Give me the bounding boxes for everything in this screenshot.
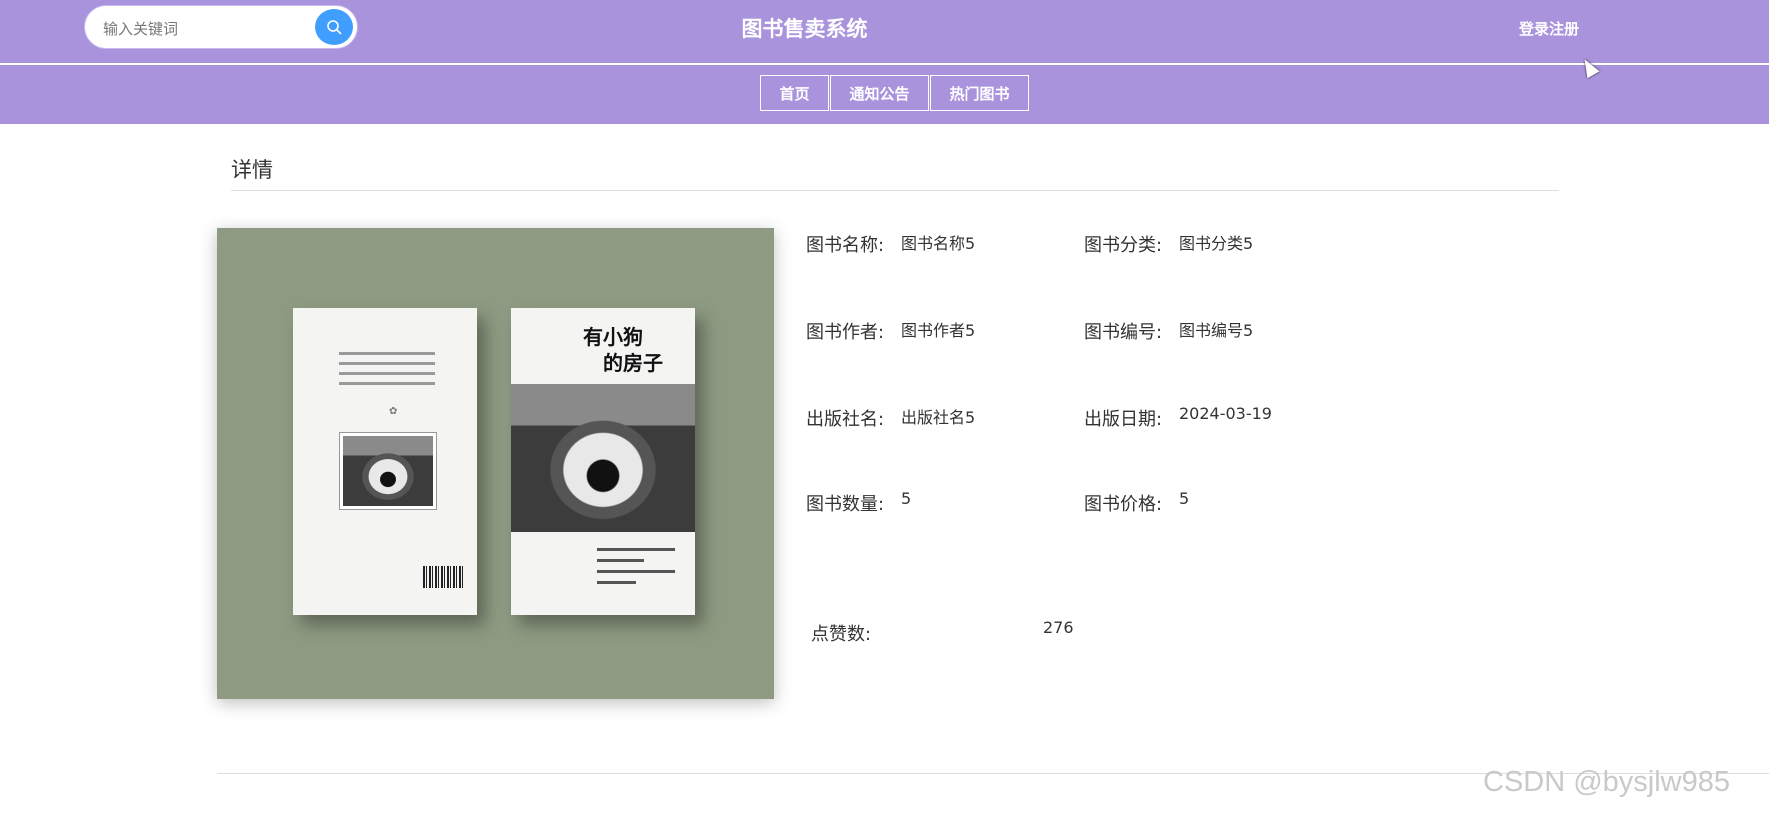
cover-title: 有小狗 的房子 [583, 325, 663, 375]
book-number-label: 图书编号: [1084, 322, 1163, 343]
price-label: 图书价格: [1084, 494, 1163, 515]
likes-value: 276 [1043, 618, 1074, 637]
watermark: CSDN @bysjlw985 [1483, 766, 1731, 798]
site-title: 图书售卖系统 [741, 17, 868, 41]
nav-item-notices[interactable]: 通知公告 [830, 75, 929, 111]
book-author-label: 图书作者: [806, 322, 885, 343]
book-cover-image: ✿ 有小狗 的房子 [217, 228, 774, 699]
book-category-value: 图书分类5 [1179, 234, 1254, 253]
publisher-label: 出版社名: [806, 409, 885, 430]
book-back-cover: ✿ [293, 308, 477, 615]
publisher-value: 出版社名5 [901, 408, 976, 427]
nav-item-hot-books[interactable]: 热门图书 [930, 75, 1029, 111]
quantity-label: 图书数量: [806, 494, 885, 515]
section-title: 详情 [231, 158, 273, 182]
book-category-label: 图书分类: [1084, 235, 1163, 256]
likes-label: 点赞数: [811, 624, 872, 645]
book-author-value: 图书作者5 [901, 321, 976, 340]
publish-date-value: 2024-03-19 [1179, 404, 1272, 423]
back-cover-text [339, 352, 435, 392]
dog-photo-small [339, 432, 437, 510]
price-value: 5 [1179, 489, 1190, 508]
title-divider [231, 190, 1559, 191]
nav-item-home[interactable]: 首页 [760, 75, 829, 111]
book-front-cover: 有小狗 的房子 [511, 308, 695, 615]
nav-bar: 首页 通知公告 热门图书 [0, 65, 1769, 124]
login-register-link[interactable]: 登录注册 [1519, 18, 1579, 39]
book-name-label: 图书名称: [806, 235, 885, 256]
front-cover-text [597, 548, 675, 592]
barcode [423, 566, 463, 588]
book-name-value: 图书名称5 [901, 234, 976, 253]
publish-date-label: 出版日期: [1084, 409, 1163, 430]
top-header: 图书售卖系统 登录注册 [0, 0, 1769, 65]
nav-menu: 首页 通知公告 热门图书 [760, 75, 1029, 111]
paw-icon: ✿ [389, 406, 398, 417]
dog-photo-large [511, 384, 695, 532]
book-number-value: 图书编号5 [1179, 321, 1254, 340]
quantity-value: 5 [901, 489, 912, 508]
